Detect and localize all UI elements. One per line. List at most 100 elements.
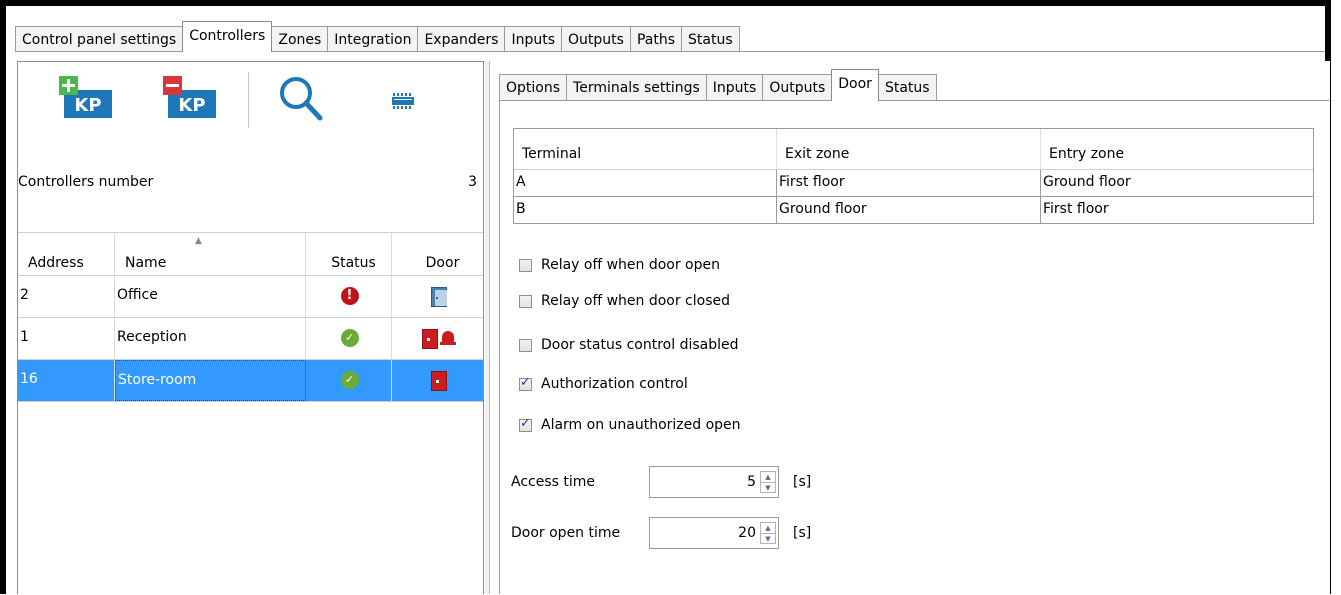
controllers-table: Address ▲ Name Status Door 2 Office ! 1 …	[18, 232, 483, 402]
checkbox-label: Alarm on unauthorized open	[541, 417, 741, 433]
checkbox-label: Relay off when door closed	[541, 293, 731, 309]
table-row[interactable]: B Ground floor First floor	[514, 197, 1313, 223]
add-keypad-icon: KP	[54, 76, 114, 124]
controllers-number-value: 3	[468, 174, 477, 190]
door-cell	[392, 318, 483, 359]
door-open-time-value: 20	[738, 525, 756, 541]
column-header-exit-zone[interactable]: Exit zone	[777, 129, 1041, 169]
remove-keypad-icon: KP	[158, 76, 218, 124]
name-cell: Office	[115, 276, 306, 317]
status-cell: ✓	[306, 360, 392, 401]
tab-inputs[interactable]: Inputs	[705, 74, 764, 101]
table-row[interactable]: 1 Reception ✓	[18, 318, 483, 360]
spin-buttons[interactable]: ▲ ▼	[760, 471, 776, 493]
alarm-bell-icon	[439, 329, 456, 349]
terminal-cell: B	[514, 197, 777, 223]
access-time-label: Access time	[511, 474, 596, 490]
status-cell: !	[306, 276, 392, 317]
address-cell: 1	[18, 318, 115, 359]
column-header-name[interactable]: ▲ Name	[115, 233, 306, 275]
add-controller-button[interactable]: KP	[54, 76, 114, 124]
column-header-terminal[interactable]: Terminal	[514, 129, 777, 169]
controllers-list-panel: KP KP Controllers number 3 Address ▲ Nam…	[17, 61, 484, 594]
chip-icon	[392, 93, 414, 109]
door-cell	[392, 276, 483, 317]
access-time-value: 5	[747, 474, 756, 490]
exit-zone-cell[interactable]: First floor	[777, 170, 1041, 196]
door-cell	[392, 360, 483, 401]
checkbox-label: Relay off when door open	[541, 257, 720, 273]
column-header-entry-zone[interactable]: Entry zone	[1041, 129, 1311, 169]
terminal-cell: A	[514, 170, 777, 196]
name-cell: Reception	[115, 318, 306, 359]
alarm-unauthorized-open-option[interactable]: Alarm on unauthorized open	[519, 416, 741, 433]
tab-outputs[interactable]: Outputs	[561, 26, 631, 52]
detail-tab-bar: Options Terminals settings Inputs Output…	[499, 69, 937, 101]
column-header-status[interactable]: Status	[306, 233, 392, 275]
door-open-icon	[430, 371, 447, 391]
spin-down-icon[interactable]: ▼	[761, 534, 775, 544]
relay-off-door-closed-option[interactable]: Relay off when door closed	[519, 293, 730, 309]
spin-down-icon[interactable]: ▼	[761, 483, 775, 493]
terminals-table-header: Terminal Exit zone Entry zone	[514, 129, 1313, 170]
alarm-unauthorized-open-checkbox[interactable]	[519, 416, 532, 432]
search-icon	[280, 77, 323, 121]
checkbox-label: Authorization control	[541, 376, 688, 392]
table-row[interactable]: 2 Office !	[18, 276, 483, 318]
authorization-control-option[interactable]: Authorization control	[519, 375, 688, 392]
tab-integration[interactable]: Integration	[327, 26, 419, 52]
door-status-control-disabled-checkbox[interactable]	[519, 338, 532, 352]
remove-controller-button[interactable]: KP	[158, 76, 218, 124]
exit-zone-cell[interactable]: Ground floor	[777, 197, 1041, 223]
access-time-unit: [s]	[793, 474, 812, 490]
main-tab-bar: Control panel settings Controllers Zones…	[15, 21, 740, 52]
tab-zones[interactable]: Zones	[271, 26, 329, 52]
door-open-time-spinbox[interactable]: 20 ▲ ▼	[649, 517, 779, 549]
tab-door[interactable]: Door	[831, 69, 879, 101]
name-cell: Store-room	[115, 360, 306, 401]
status-cell: ✓	[306, 318, 392, 359]
search-button[interactable]	[276, 74, 332, 130]
tab-inputs[interactable]: Inputs	[504, 26, 563, 52]
relay-off-door-open-option[interactable]: Relay off when door open	[519, 257, 720, 273]
controllers-toolbar: KP KP	[18, 62, 483, 137]
column-header-door[interactable]: Door	[392, 233, 483, 275]
relay-off-door-open-checkbox[interactable]	[519, 258, 532, 272]
controllers-table-header: Address ▲ Name Status Door	[18, 232, 483, 276]
table-row-selected[interactable]: 16 Store-room ✓	[18, 360, 483, 402]
module-button[interactable]	[388, 88, 418, 118]
door-open-time-label: Door open time	[511, 525, 621, 541]
controllers-number-label: Controllers number	[18, 174, 154, 190]
tab-controllers[interactable]: Controllers	[182, 21, 273, 52]
terminals-table: Terminal Exit zone Entry zone A First fl…	[513, 128, 1314, 224]
access-time-row: Access time 5 ▲ ▼ [s]	[511, 466, 811, 498]
authorization-control-checkbox[interactable]	[519, 375, 532, 391]
spin-up-icon[interactable]: ▲	[761, 472, 775, 483]
door-open-icon	[421, 329, 438, 349]
tab-terminals-settings[interactable]: Terminals settings	[566, 74, 707, 101]
tab-status[interactable]: Status	[877, 74, 937, 101]
controller-details-panel: Options Terminals settings Inputs Output…	[490, 61, 1330, 594]
door-closed-icon	[430, 287, 447, 307]
relay-off-door-closed-checkbox[interactable]	[519, 294, 532, 308]
ok-status-icon: ✓	[340, 371, 359, 389]
tab-status[interactable]: Status	[681, 26, 740, 52]
entry-zone-cell[interactable]: Ground floor	[1041, 170, 1311, 196]
ok-status-icon: ✓	[340, 329, 359, 347]
tab-outputs[interactable]: Outputs	[762, 74, 833, 101]
toolbar-separator	[248, 72, 249, 128]
tab-paths[interactable]: Paths	[629, 26, 683, 52]
tab-expanders[interactable]: Expanders	[417, 26, 506, 52]
spin-up-icon[interactable]: ▲	[761, 523, 775, 534]
column-header-address[interactable]: Address	[18, 233, 115, 275]
door-status-control-disabled-option[interactable]: Door status control disabled	[519, 337, 739, 353]
entry-zone-cell[interactable]: First floor	[1041, 197, 1311, 223]
address-cell: 2	[18, 276, 115, 317]
spin-buttons[interactable]: ▲ ▼	[760, 522, 776, 544]
checkbox-label: Door status control disabled	[541, 337, 739, 353]
door-open-time-unit: [s]	[793, 525, 812, 541]
tab-options[interactable]: Options	[499, 74, 568, 101]
table-row[interactable]: A First floor Ground floor	[514, 170, 1313, 197]
tab-control-panel-settings[interactable]: Control panel settings	[15, 26, 184, 52]
access-time-spinbox[interactable]: 5 ▲ ▼	[649, 466, 779, 498]
